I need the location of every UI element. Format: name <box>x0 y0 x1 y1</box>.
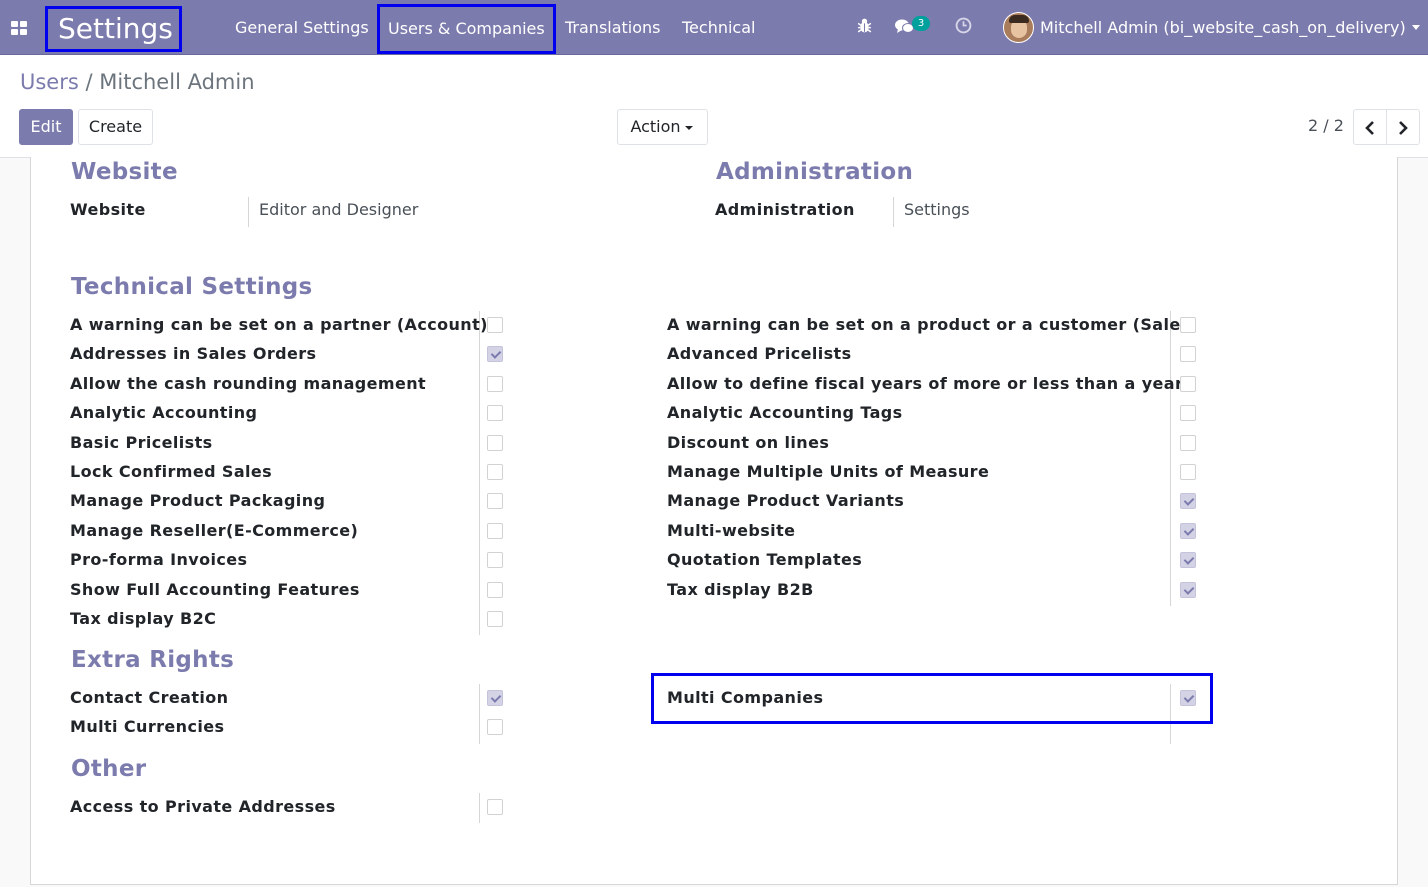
breadcrumb: Users / Mitchell Admin <box>20 70 255 94</box>
setting-label: Analytic Accounting Tags <box>667 403 903 423</box>
setting-label: Allow to define fiscal years of more or … <box>667 373 1184 393</box>
setting-checkbox[interactable] <box>1180 405 1196 422</box>
setting-label: Access to Private Addresses <box>70 797 336 816</box>
setting-label: Addresses in Sales Orders <box>70 344 317 364</box>
setting-label: Tax display B2B <box>667 579 814 599</box>
setting-label: Show Full Accounting Features <box>70 579 360 599</box>
setting-label: A warning can be set on a partner (Accou… <box>70 315 488 334</box>
administration-field-label: Administration <box>715 200 855 219</box>
setting-checkbox[interactable] <box>1180 346 1196 363</box>
setting-checkbox[interactable] <box>487 719 503 736</box>
column-divider <box>479 793 480 823</box>
setting-label: Quotation Templates <box>667 550 863 570</box>
setting-checkbox[interactable] <box>487 799 503 815</box>
setting-label: Discount on lines <box>667 432 830 452</box>
website-group-title: Website <box>71 159 178 185</box>
website-field-value: Editor and Designer <box>259 200 419 219</box>
action-label: Action <box>630 117 681 136</box>
chevron-left-icon <box>1365 121 1374 135</box>
column-divider <box>1170 311 1171 606</box>
setting-label: Manage Multiple Units of Measure <box>667 462 990 481</box>
website-field-label: Website <box>70 200 146 219</box>
setting-checkbox[interactable] <box>487 346 503 363</box>
setting-label: Lock Confirmed Sales <box>70 462 273 481</box>
messages-count-badge: 3 <box>912 16 930 31</box>
setting-label: Manage Product Variants <box>667 491 905 511</box>
setting-label: Allow the cash rounding management <box>70 373 427 393</box>
multi-companies-highlight-box <box>651 673 1213 724</box>
menu-technical[interactable]: Technical <box>682 0 755 55</box>
menu-general-settings[interactable]: General Settings <box>235 0 369 55</box>
setting-checkbox[interactable] <box>1180 317 1196 333</box>
setting-checkbox[interactable] <box>487 552 503 569</box>
setting-label: Advanced Pricelists <box>667 344 852 364</box>
setting-label: Multi-website <box>667 520 796 540</box>
setting-label: Multi Currencies <box>70 717 225 737</box>
setting-checkbox[interactable] <box>487 375 503 392</box>
setting-checkbox[interactable] <box>1180 434 1196 451</box>
setting-checkbox[interactable] <box>487 434 503 451</box>
app-title[interactable]: Settings <box>45 6 182 52</box>
pager-value[interactable]: 2 / 2 <box>1308 116 1344 135</box>
extra-rights-title: Extra Rights <box>71 647 235 673</box>
user-menu-name[interactable]: Mitchell Admin (bi_website_cash_on_deliv… <box>1040 0 1406 55</box>
column-divider <box>479 311 480 635</box>
setting-checkbox[interactable] <box>487 405 503 422</box>
administration-group-title: Administration <box>716 159 914 185</box>
action-dropdown-button[interactable]: Action <box>617 109 708 145</box>
setting-checkbox[interactable] <box>1180 522 1196 539</box>
menu-translations[interactable]: Translations <box>565 0 661 55</box>
setting-checkbox[interactable] <box>487 493 503 510</box>
create-button[interactable]: Create <box>78 109 153 145</box>
setting-checkbox[interactable] <box>487 464 503 480</box>
apps-menu-icon[interactable] <box>11 21 27 35</box>
setting-checkbox[interactable] <box>487 522 503 539</box>
setting-label: Pro-forma Invoices <box>70 550 248 570</box>
setting-label: Contact Creation <box>70 688 229 707</box>
technical-settings-title: Technical Settings <box>71 274 313 300</box>
setting-label: Tax display B2C <box>70 609 217 628</box>
edit-button[interactable]: Edit <box>19 109 73 145</box>
breadcrumb-users-link[interactable]: Users <box>20 70 79 94</box>
setting-checkbox[interactable] <box>487 581 503 598</box>
setting-checkbox[interactable] <box>1180 375 1196 392</box>
menu-users-companies[interactable]: Users & Companies <box>377 4 556 54</box>
pager-next-button[interactable] <box>1386 109 1420 145</box>
column-divider <box>479 684 480 744</box>
breadcrumb-separator: / <box>85 70 93 94</box>
user-avatar[interactable] <box>1003 12 1034 43</box>
breadcrumb-current: Mitchell Admin <box>99 70 255 94</box>
chevron-down-icon[interactable] <box>1412 25 1420 30</box>
field-divider <box>893 197 894 227</box>
setting-checkbox[interactable] <box>487 690 503 706</box>
setting-checkbox[interactable] <box>487 317 503 333</box>
setting-checkbox[interactable] <box>1180 464 1196 480</box>
chevron-right-icon <box>1399 121 1408 135</box>
setting-label: Basic Pricelists <box>70 432 213 452</box>
debug-bug-icon[interactable] <box>856 17 873 39</box>
setting-label: A warning can be set on a product or a c… <box>667 315 1189 334</box>
other-group-title: Other <box>71 756 147 782</box>
caret-down-icon <box>685 126 693 130</box>
setting-checkbox[interactable] <box>1180 581 1196 598</box>
setting-checkbox[interactable] <box>487 611 503 627</box>
setting-label: Analytic Accounting <box>70 403 258 423</box>
setting-checkbox[interactable] <box>1180 552 1196 569</box>
top-navbar: Settings General Settings Users & Compan… <box>0 0 1428 55</box>
administration-field-value: Settings <box>904 200 970 219</box>
setting-label: Manage Reseller(E-Commerce) <box>70 520 359 540</box>
field-divider <box>248 197 249 227</box>
setting-checkbox[interactable] <box>1180 493 1196 510</box>
setting-label: Manage Product Packaging <box>70 491 326 511</box>
activity-clock-icon[interactable] <box>955 17 972 39</box>
pager-previous-button[interactable] <box>1353 109 1387 145</box>
